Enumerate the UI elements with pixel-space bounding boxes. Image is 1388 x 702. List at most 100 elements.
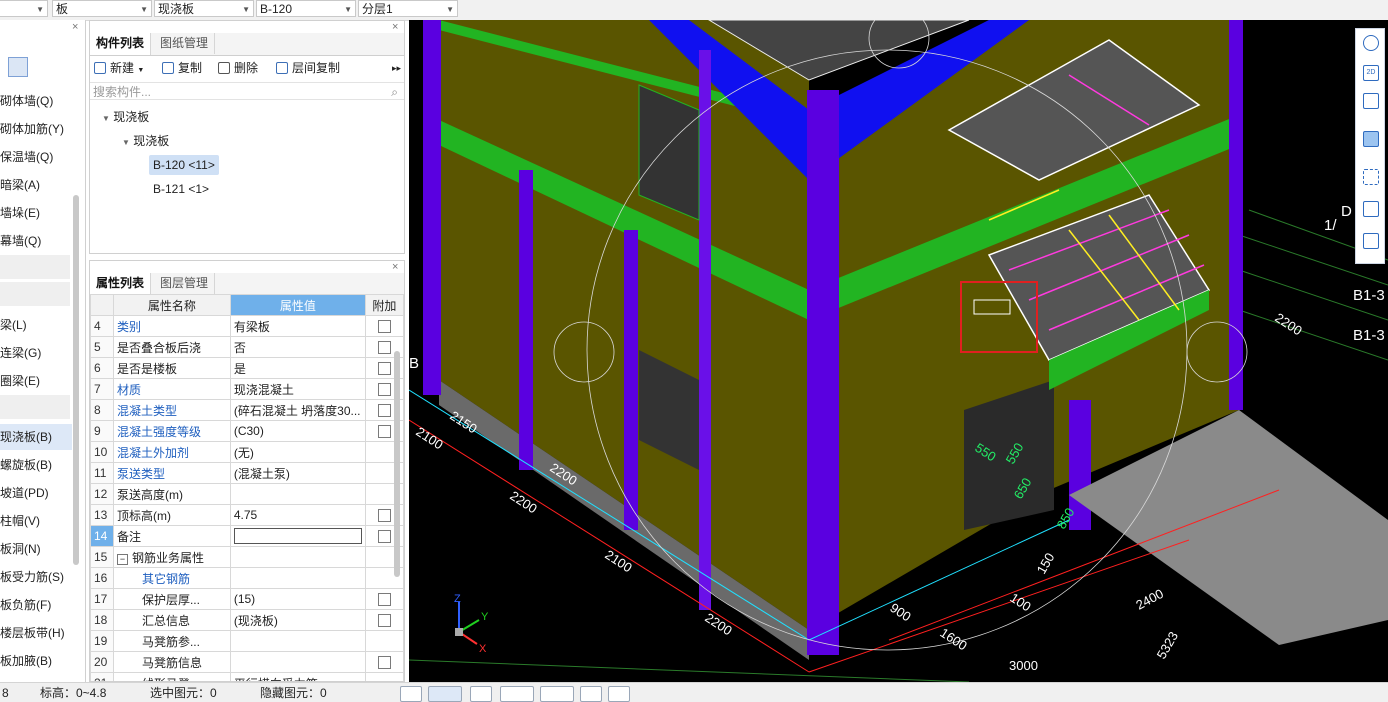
left-list-item[interactable]: 圈梁(E) (0, 368, 72, 394)
add-checkbox[interactable] (377, 614, 391, 628)
property-value[interactable] (229, 546, 366, 568)
left-list-item[interactable]: 板受力筋(S) (0, 564, 72, 590)
tree-node-root[interactable]: ▼ 现浇板 (102, 107, 149, 127)
property-value[interactable]: 平行横向受力筋 (229, 672, 366, 681)
tab-property-list[interactable]: 属性列表 (90, 273, 152, 295)
orbit-icon[interactable] (1363, 35, 1379, 51)
add-checkbox[interactable] (377, 530, 391, 544)
property-value[interactable]: (无) (229, 441, 366, 463)
combo-type[interactable]: 板 ▼ (52, 0, 152, 17)
remark-input[interactable] (233, 528, 362, 544)
left-list-item[interactable]: 板洞(N) (0, 536, 72, 562)
angle-icon[interactable] (500, 686, 534, 702)
copy-button[interactable]: 复制 (162, 59, 202, 77)
pointer-icon[interactable] (608, 686, 630, 702)
floor-copy-button[interactable]: 层间复制 (276, 59, 340, 77)
display-icon[interactable] (580, 686, 602, 702)
left-list-item[interactable]: 保温墙(Q) (0, 144, 72, 170)
left-list-item[interactable]: 幕墙(Q) (0, 228, 72, 254)
3d-viewport[interactable]: 2150 2100 2200 2100 2200 2200 900 1600 3… (409, 20, 1388, 682)
add-checkbox[interactable] (377, 320, 391, 334)
property-row[interactable]: 9 混凝土强度等级 (C30) (90, 420, 404, 442)
property-value[interactable]: 4.75 (229, 504, 366, 526)
tab-drawing-management[interactable]: 图纸管理 (154, 33, 216, 54)
property-value[interactable]: 现浇混凝土 (229, 378, 366, 400)
cross-icon[interactable] (470, 686, 492, 702)
snap-icon[interactable] (400, 686, 422, 702)
add-checkbox[interactable] (377, 362, 391, 376)
property-value[interactable] (229, 525, 366, 547)
search-input[interactable]: 搜索构件... ⌕ (90, 82, 404, 100)
property-value[interactable]: (现浇板) (229, 609, 366, 631)
add-checkbox[interactable] (377, 593, 391, 607)
combo-layer[interactable]: 分层1 ▼ (358, 0, 458, 17)
add-checkbox[interactable] (377, 656, 391, 670)
delete-button[interactable]: 删除 (218, 59, 258, 77)
left-list-item[interactable]: 板负筋(F) (0, 592, 72, 618)
left-list-item[interactable]: 楼层板带(H) (0, 620, 72, 646)
property-row[interactable]: 14 备注 (90, 525, 404, 547)
left-list-item[interactable]: 暗梁(A) (0, 172, 72, 198)
property-value[interactable]: 是 (229, 357, 366, 379)
left-list-item[interactable]: 梁(L) (0, 312, 72, 338)
collapse-icon[interactable]: − (116, 553, 128, 565)
property-row[interactable]: 10 混凝土外加剂 (无) (90, 441, 404, 463)
property-row[interactable]: 17 保护层厚... (15) (90, 588, 404, 610)
left-list-item[interactable]: 柱帽(V) (0, 508, 72, 534)
property-value[interactable]: 否 (229, 336, 366, 358)
property-row[interactable]: 15− 钢筋业务属性 (90, 546, 404, 568)
cube-icon[interactable] (1363, 93, 1379, 109)
solid-cube-icon[interactable] (1363, 131, 1379, 147)
add-checkbox[interactable] (377, 404, 391, 418)
property-row[interactable]: 11 泵送类型 (混凝土泵) (90, 462, 404, 484)
property-row[interactable]: 5 是否叠合板后浇 否 (90, 336, 404, 358)
left-list-item[interactable]: 连梁(G) (0, 340, 72, 366)
property-value[interactable] (229, 567, 366, 589)
left-list-item[interactable]: 螺旋板(B) (0, 452, 72, 478)
property-value[interactable]: (15) (229, 588, 366, 610)
left-list-item[interactable]: 现浇板(B) (0, 424, 72, 450)
property-row[interactable]: 20 马凳筋信息 (90, 651, 404, 673)
left-list-item[interactable]: 墙垛(E) (0, 200, 72, 226)
left-list-item[interactable]: 砌体墙(Q) (0, 88, 72, 114)
combo-subtype[interactable]: 现浇板 ▼ (154, 0, 254, 17)
property-value[interactable] (229, 630, 366, 652)
left-list-item[interactable]: 板加腋(B) (0, 648, 72, 674)
property-value[interactable] (229, 651, 366, 673)
property-row[interactable]: 12 泵送高度(m) (90, 483, 404, 505)
tree-node-child[interactable]: ▼ 现浇板 (122, 131, 169, 151)
add-checkbox[interactable] (377, 425, 391, 439)
tree-item-b121[interactable]: B-121 <1> (153, 179, 209, 199)
scrollbar[interactable] (394, 351, 400, 577)
combo-element[interactable]: B-120 ▼ (256, 0, 356, 17)
add-checkbox[interactable] (377, 509, 391, 523)
more-icon[interactable]: ▸▸ (392, 59, 401, 77)
add-checkbox[interactable] (377, 341, 391, 355)
add-checkbox[interactable] (377, 383, 391, 397)
property-row[interactable]: 6 是否是楼板 是 (90, 357, 404, 379)
tab-layer-management[interactable]: 图层管理 (154, 273, 216, 294)
property-row[interactable]: 4 类别 有梁板 (90, 315, 404, 337)
property-row[interactable]: 19 马凳筋参... (90, 630, 404, 652)
tab-component-list[interactable]: 构件列表 (90, 33, 152, 55)
left-list-item[interactable]: 砌体加筋(Y) (0, 116, 72, 142)
property-value[interactable]: 有梁板 (229, 315, 366, 337)
property-value[interactable]: (C30) (229, 420, 366, 442)
offset-icon[interactable] (540, 686, 574, 702)
left-list-item[interactable]: 坡道(PD) (0, 480, 72, 506)
3d-model-canvas[interactable]: 2150 2100 2200 2100 2200 2200 900 1600 3… (409, 20, 1388, 682)
property-value[interactable] (229, 483, 366, 505)
list-view-icon[interactable] (8, 57, 28, 77)
fullscreen-icon[interactable] (1363, 169, 1379, 185)
scrollbar[interactable] (73, 195, 79, 565)
close-icon[interactable]: × (392, 21, 398, 33)
layer-list-icon[interactable] (1363, 233, 1379, 249)
property-row[interactable]: 18 汇总信息 (现浇板) (90, 609, 404, 631)
property-row[interactable]: 13 顶标高(m) 4.75 (90, 504, 404, 526)
property-row[interactable]: 8 混凝土类型 (碎石混凝土 坍落度30... (90, 399, 404, 421)
close-icon[interactable]: × (72, 21, 78, 33)
property-row[interactable]: 7 材质 现浇混凝土 (90, 378, 404, 400)
2d-view-icon[interactable]: 2D (1363, 65, 1379, 81)
select-mode-icon[interactable] (428, 686, 462, 702)
tree-item-b120[interactable]: B-120 <11> (149, 155, 219, 175)
